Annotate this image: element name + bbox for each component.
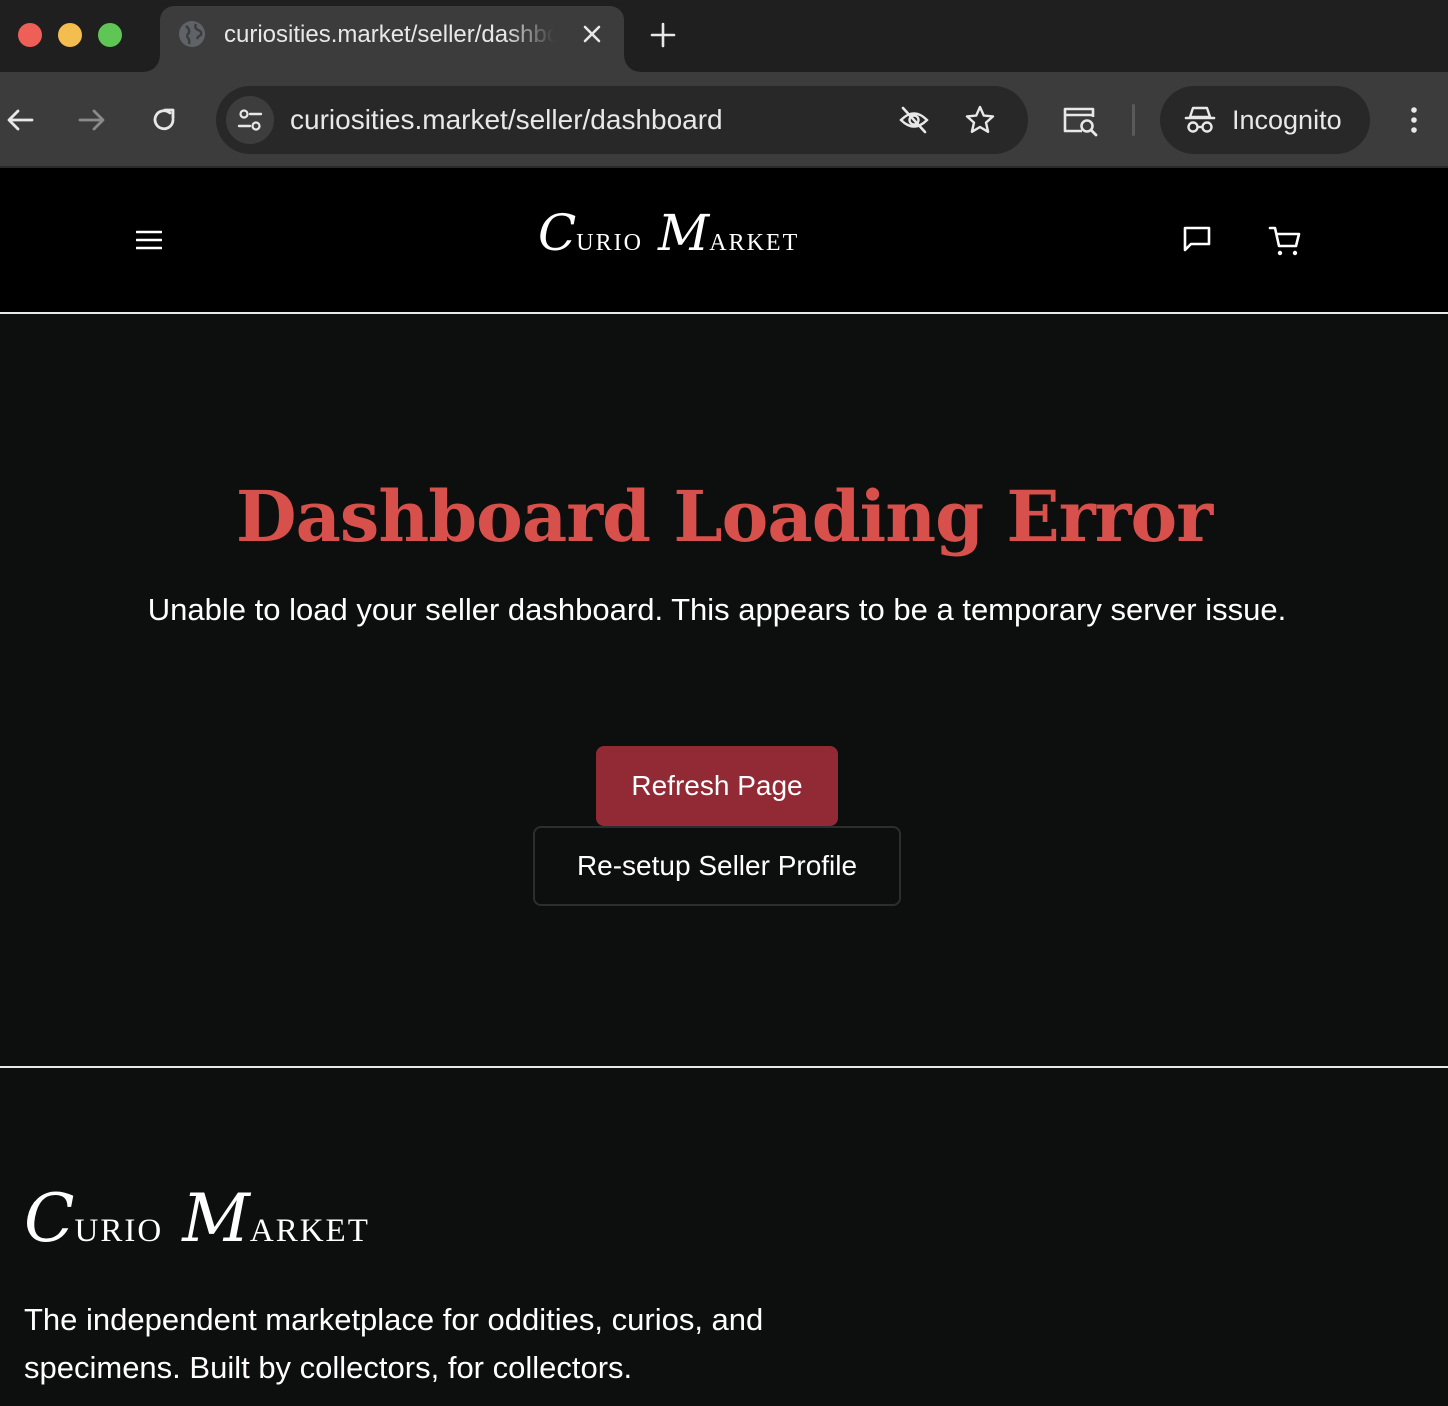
window-minimize-button[interactable] [58, 23, 82, 47]
chat-icon[interactable] [1182, 224, 1212, 254]
site-header: CURIO MARKET [0, 168, 1448, 314]
star-icon[interactable] [964, 104, 996, 136]
plus-icon[interactable] [648, 20, 678, 50]
site-logo[interactable]: CURIO MARKET [538, 204, 799, 262]
resetup-seller-profile-button[interactable]: Re-setup Seller Profile [533, 826, 901, 906]
browser-tab-bar: curiosities.market/seller/dashboard [0, 0, 1448, 72]
globe-icon [179, 21, 205, 47]
more-vert-icon[interactable] [1398, 104, 1430, 136]
address-bar[interactable]: curiosities.market/seller/dashboard [216, 86, 1028, 154]
toolbar-divider [1132, 104, 1135, 136]
site-footer: CURIO MARKET The independent marketplace… [0, 1066, 1448, 1406]
menu-icon[interactable] [136, 228, 162, 252]
back-icon[interactable] [4, 104, 36, 136]
reload-icon[interactable] [148, 104, 180, 136]
site-info-button[interactable] [226, 96, 274, 144]
footer-logo[interactable]: CURIO MARKET [24, 1180, 370, 1257]
browser-toolbar: curiosities.market/seller/dashboard Inco… [0, 72, 1448, 168]
incognito-button[interactable]: Incognito [1160, 86, 1370, 154]
forward-icon[interactable] [76, 104, 108, 136]
error-title: Dashboard Loading Error [235, 475, 1213, 558]
refresh-page-button[interactable]: Refresh Page [596, 746, 838, 826]
footer-tagline: The independent marketplace for oddities… [24, 1302, 764, 1385]
tab-title: curiosities.market/seller/dashboard [224, 21, 554, 48]
error-message: Unable to load your seller dashboard. Th… [147, 592, 1287, 627]
incognito-label: Incognito [1232, 105, 1342, 135]
page-search-icon[interactable] [1062, 104, 1098, 138]
eye-off-icon[interactable] [898, 104, 930, 136]
window-close-button[interactable] [18, 23, 42, 47]
site-info-icon [237, 109, 263, 131]
error-section: Dashboard Loading Error Unable to load y… [0, 314, 1448, 1066]
url-text[interactable]: curiosities.market/seller/dashboard [290, 103, 723, 137]
incognito-icon [1184, 106, 1216, 133]
cart-icon[interactable] [1268, 224, 1302, 258]
close-icon[interactable] [578, 20, 606, 48]
window-zoom-button[interactable] [98, 23, 122, 47]
browser-tab[interactable]: curiosities.market/seller/dashboard [144, 6, 640, 72]
